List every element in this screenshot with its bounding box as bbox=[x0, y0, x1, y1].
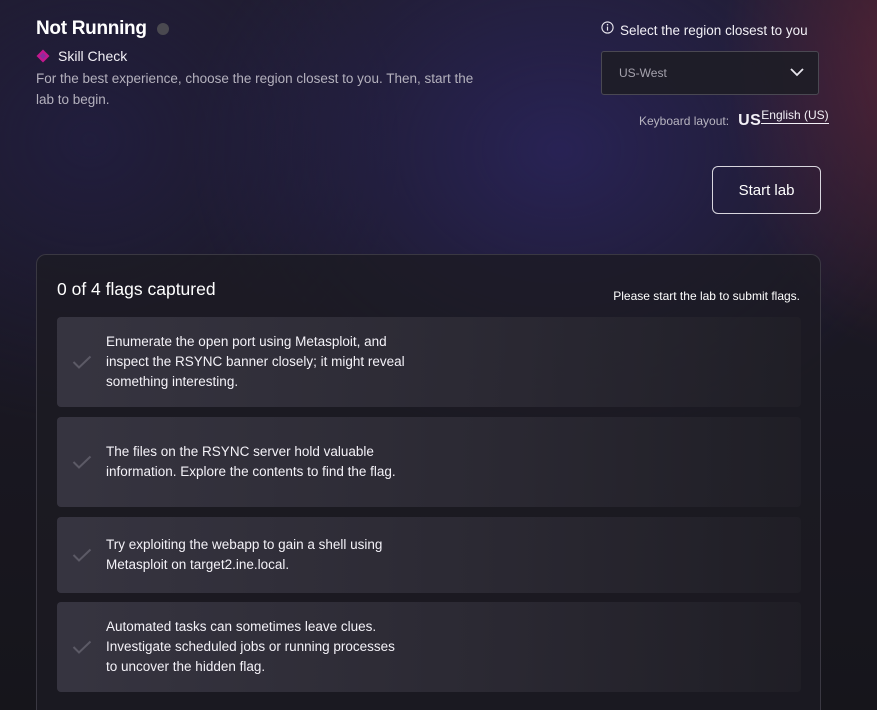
start-lab-button[interactable]: Start lab bbox=[712, 166, 821, 214]
region-selected-value: US-West bbox=[619, 66, 667, 80]
check-icon bbox=[57, 548, 106, 562]
region-select[interactable]: US-West bbox=[601, 51, 819, 95]
lab-type-label: Skill Check bbox=[58, 48, 128, 64]
flags-panel: 0 of 4 flags captured Please start the l… bbox=[36, 254, 821, 710]
keyboard-layout-code: US bbox=[738, 112, 762, 129]
region-label-row: Select the region closest to you bbox=[601, 21, 808, 39]
lab-type-badge: Skill Check bbox=[36, 48, 127, 64]
keyboard-layout-link[interactable]: English (US) bbox=[761, 108, 829, 124]
status-row: Not Running bbox=[36, 18, 169, 40]
flags-captured-count: 0 of 4 flags captured bbox=[57, 279, 216, 299]
flag-item: Enumerate the open port using Metasploit… bbox=[57, 317, 801, 407]
chevron-down-icon bbox=[790, 64, 804, 82]
flag-item: Try exploiting the webapp to gain a shel… bbox=[57, 517, 801, 593]
check-icon bbox=[57, 355, 106, 369]
info-icon bbox=[601, 21, 614, 39]
flags-submit-note: Please start the lab to submit flags. bbox=[613, 289, 800, 303]
region-label: Select the region closest to you bbox=[620, 22, 808, 38]
flag-description: Enumerate the open port using Metasploit… bbox=[106, 334, 405, 389]
keyboard-layout-label: Keyboard layout: bbox=[639, 114, 730, 128]
flag-description: The files on the RSYNC server hold valua… bbox=[106, 444, 396, 479]
diamond-badge-icon bbox=[36, 49, 50, 63]
flag-description: Automated tasks can sometimes leave clue… bbox=[106, 619, 395, 674]
keyboard-layout-row: Keyboard layout: US English (US) bbox=[639, 108, 829, 130]
check-icon bbox=[57, 455, 106, 469]
flag-item: Automated tasks can sometimes leave clue… bbox=[57, 602, 801, 692]
flag-item: The files on the RSYNC server hold valua… bbox=[57, 417, 801, 507]
flag-description: Try exploiting the webapp to gain a shel… bbox=[106, 537, 383, 572]
lab-status-title: Not Running bbox=[36, 18, 147, 39]
intro-text: For the best experience, choose the regi… bbox=[36, 71, 474, 107]
status-indicator-dot bbox=[156, 23, 169, 35]
check-icon bbox=[57, 640, 106, 654]
